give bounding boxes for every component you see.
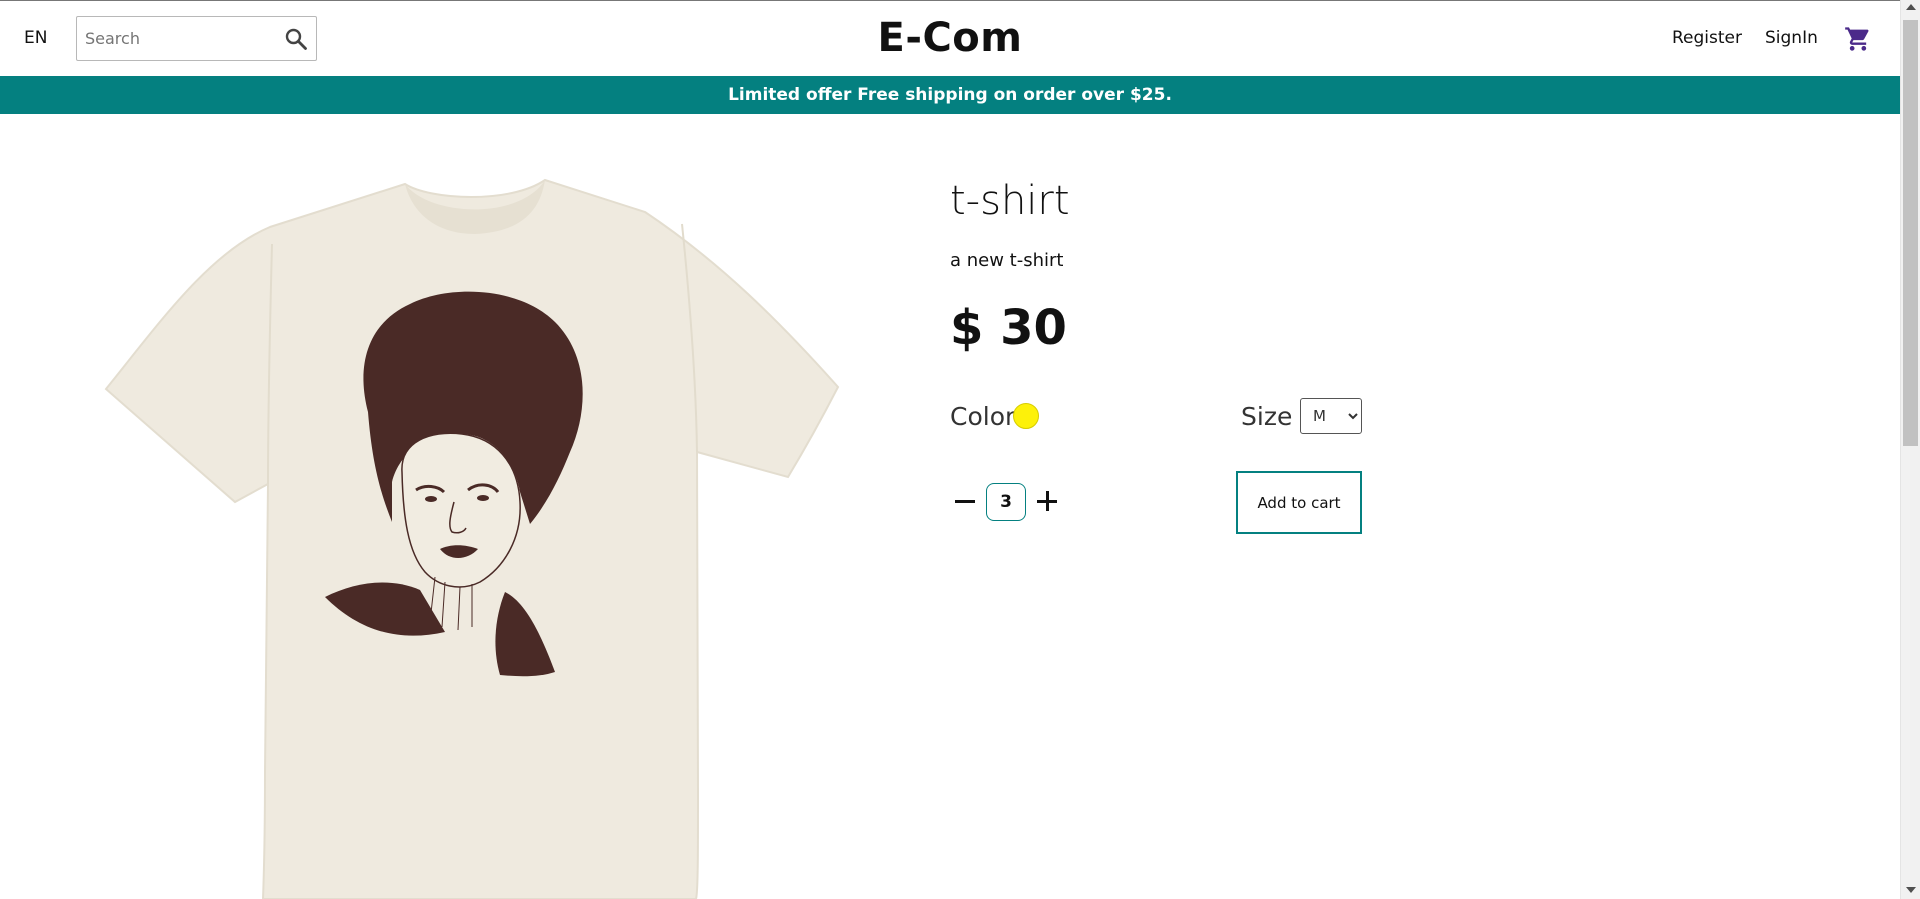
site-header: EN E-Com Register SignIn	[0, 1, 1900, 76]
search-box	[76, 16, 317, 61]
color-swatch-yellow[interactable]	[1013, 403, 1039, 429]
quantity-decrease-button[interactable]	[954, 490, 976, 512]
product-image	[100, 172, 845, 899]
shopping-cart-icon[interactable]	[1844, 25, 1872, 53]
signin-link[interactable]: SignIn	[1765, 28, 1818, 48]
quantity-value[interactable]: 3	[986, 483, 1026, 521]
color-label: Color	[950, 402, 1016, 431]
t-shirt-illustration	[104, 178, 840, 899]
brand-logo[interactable]: E-Com	[878, 15, 1023, 61]
size-label: Size	[1241, 402, 1293, 431]
search-icon[interactable]	[284, 27, 308, 51]
promo-banner: Limited offer Free shipping on order ove…	[0, 76, 1900, 114]
product-price: $ 30	[950, 300, 1067, 356]
product-description: a new t-shirt	[950, 250, 1064, 271]
language-selector[interactable]: EN	[24, 28, 47, 48]
scroll-thumb[interactable]	[1903, 20, 1918, 446]
scroll-up-arrow-icon[interactable]	[1906, 4, 1916, 10]
product-title: t-shirt	[950, 178, 1070, 224]
scroll-down-arrow-icon[interactable]	[1906, 887, 1916, 893]
add-to-cart-button[interactable]: Add to cart	[1236, 471, 1362, 534]
register-link[interactable]: Register	[1672, 28, 1742, 48]
vertical-scrollbar[interactable]	[1900, 0, 1920, 899]
size-select[interactable]: M	[1300, 398, 1362, 434]
search-input[interactable]	[85, 17, 275, 60]
quantity-increase-button[interactable]	[1036, 490, 1058, 512]
